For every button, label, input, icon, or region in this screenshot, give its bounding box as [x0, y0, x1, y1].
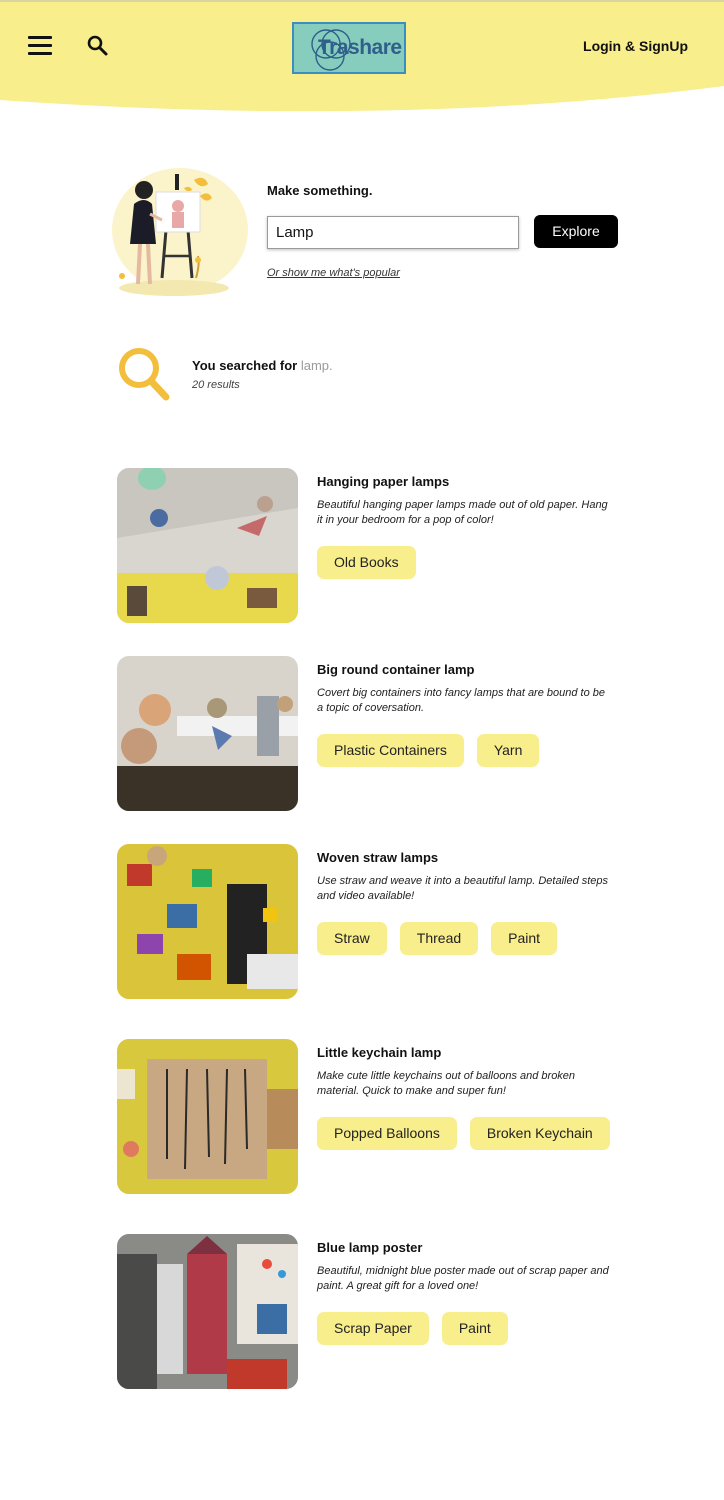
tag-chip[interactable]: Plastic Containers	[317, 734, 464, 767]
tag-chip[interactable]: Thread	[399, 922, 479, 955]
show-popular-link[interactable]: Or show me what's popular	[267, 267, 400, 279]
result-thumbnail[interactable]	[117, 468, 298, 623]
hero-title: Make something.	[267, 183, 373, 198]
result-thumbnail[interactable]	[117, 1234, 298, 1389]
searched-for-prefix: You searched for	[192, 358, 298, 373]
result-title[interactable]: Big round container lamp	[317, 662, 474, 677]
result-description: Beautiful hanging paper lamps made out o…	[317, 499, 608, 526]
result-card[interactable]: Blue lamp poster Beautiful, midnight blu…	[117, 1234, 617, 1390]
result-count: 20 results	[192, 379, 240, 391]
result-title[interactable]: Little keychain lamp	[317, 1045, 441, 1060]
result-thumbnail[interactable]	[117, 1039, 298, 1194]
result-card[interactable]: Hanging paper lamps Beautiful hanging pa…	[117, 468, 617, 624]
result-description: Make cute little keychains out of balloo…	[317, 1070, 576, 1097]
result-card[interactable]: Woven straw lamps Use straw and weave it…	[117, 844, 617, 1000]
result-description: Covert big containers into fancy lamps t…	[317, 687, 606, 714]
tag-chip[interactable]: Scrap Paper	[317, 1312, 429, 1345]
tag-list: Plastic Containers Yarn	[317, 734, 540, 767]
magnifier-icon	[119, 348, 170, 401]
artist-illustration	[112, 168, 248, 296]
tag-chip[interactable]: Paint	[441, 1312, 508, 1345]
search-icon[interactable]	[86, 34, 110, 58]
logo[interactable]: Trashare	[292, 22, 406, 74]
tag-chip[interactable]: Yarn	[476, 734, 540, 767]
tag-list: Old Books	[317, 546, 416, 579]
logo-text: Trashare	[318, 36, 402, 59]
result-card[interactable]: Big round container lamp Covert big cont…	[117, 656, 617, 812]
result-title[interactable]: Hanging paper lamps	[317, 474, 449, 489]
result-description: Use straw and weave it into a beautiful …	[317, 875, 609, 902]
tag-chip[interactable]: Paint	[491, 922, 558, 955]
result-description: Beautiful, midnight blue poster made out…	[317, 1265, 609, 1292]
result-card[interactable]: Little keychain lamp Make cute little ke…	[117, 1039, 617, 1195]
tag-list: Popped Balloons Broken Keychain	[317, 1117, 610, 1150]
tag-list: Scrap Paper Paint	[317, 1312, 508, 1345]
tag-chip[interactable]: Straw	[317, 922, 387, 955]
result-title[interactable]: Woven straw lamps	[317, 850, 438, 865]
tag-chip[interactable]: Old Books	[317, 546, 416, 579]
tag-chip[interactable]: Broken Keychain	[469, 1117, 610, 1150]
searched-for-text: You searched for lamp.	[192, 358, 333, 373]
explore-button[interactable]: Explore	[534, 215, 618, 248]
searched-term: lamp.	[300, 358, 333, 373]
site-header: Trashare Login & SignUp	[0, 0, 724, 120]
result-thumbnail[interactable]	[117, 844, 298, 999]
hamburger-menu-icon[interactable]	[28, 36, 52, 56]
result-title[interactable]: Blue lamp poster	[317, 1240, 422, 1255]
result-thumbnail[interactable]	[117, 656, 298, 811]
login-signup-link[interactable]: Login & SignUp	[583, 38, 688, 54]
search-input[interactable]	[267, 216, 519, 249]
tag-list: Straw Thread Paint	[317, 922, 558, 955]
tag-chip[interactable]: Popped Balloons	[317, 1117, 457, 1150]
